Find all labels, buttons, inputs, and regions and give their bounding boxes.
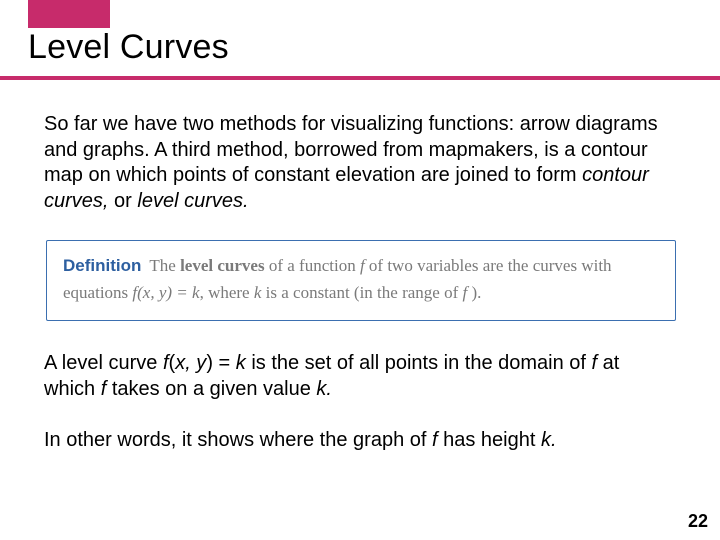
math-eq: f(x, y) = k [132, 283, 199, 302]
italic-term: level curves. [137, 190, 248, 212]
explanation-paragraph-1: A level curve f(x, y) = k is the set of … [44, 351, 676, 402]
bold-term: level curves [180, 256, 265, 275]
text: has height [438, 429, 541, 451]
text: ) = [206, 352, 235, 374]
text: or [108, 190, 137, 212]
text: A level curve [44, 352, 163, 374]
text: ). [467, 283, 481, 302]
math-var: k. [316, 378, 332, 400]
accent-block [28, 0, 110, 28]
intro-paragraph: So far we have two methods for visualizi… [44, 112, 676, 214]
definition-box: Definition The level curves of a function… [46, 240, 676, 321]
page-number: 22 [688, 511, 708, 532]
math-var: k [236, 352, 246, 374]
page-title: Level Curves [28, 28, 229, 67]
text: takes on a given value [106, 378, 316, 400]
text: is a constant (in the range of [261, 283, 462, 302]
slide-header: Level Curves [0, 0, 720, 90]
text: So far we have two methods for visualizi… [44, 113, 658, 186]
text: is the set of all points in the domain o… [246, 352, 592, 374]
definition-label: Definition [63, 256, 141, 275]
explanation-paragraph-2: In other words, it shows where the graph… [44, 428, 676, 454]
math-var: k. [541, 429, 557, 451]
text: The [149, 256, 180, 275]
text: of a function [265, 256, 360, 275]
title-underline [0, 76, 720, 80]
text: In other words, it shows where the graph… [44, 429, 432, 451]
math-var: x, y [175, 352, 206, 374]
slide-content: So far we have two methods for visualizi… [0, 90, 720, 454]
text: , where [200, 283, 254, 302]
